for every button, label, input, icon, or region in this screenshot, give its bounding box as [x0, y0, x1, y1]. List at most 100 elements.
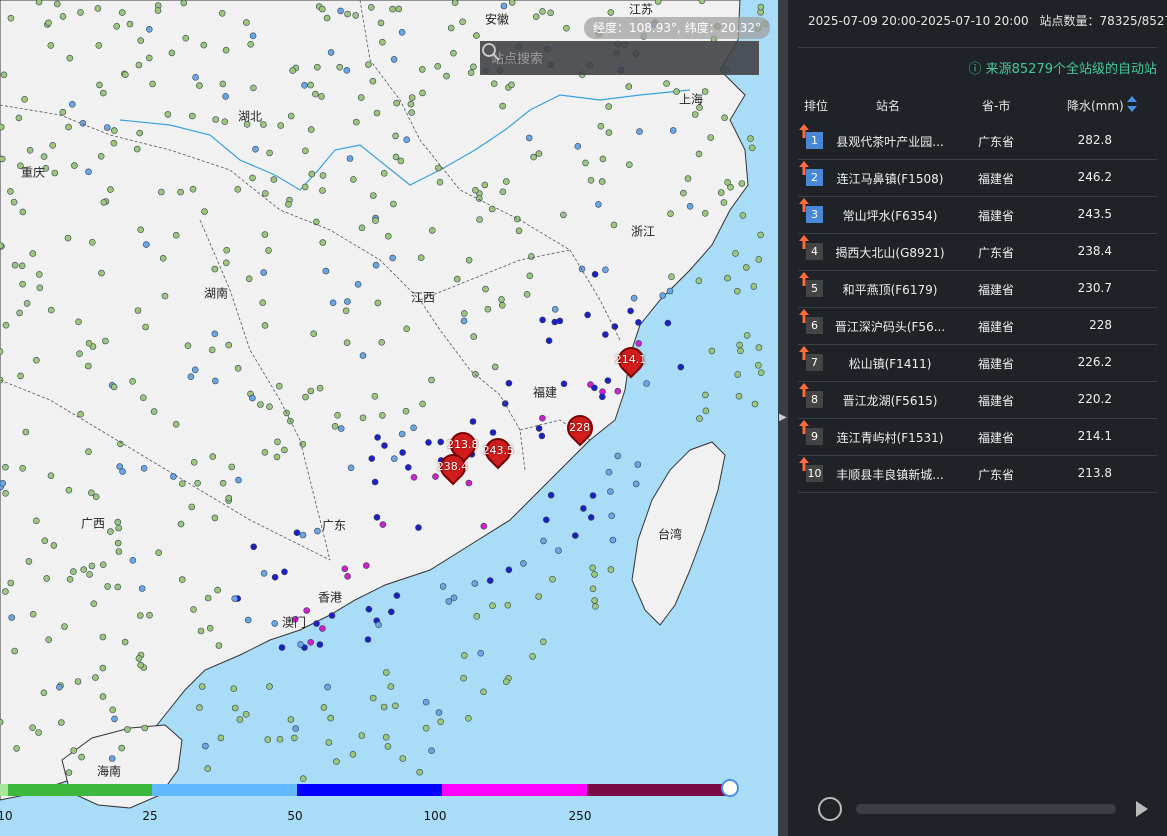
- station-dot[interactable]: [342, 307, 350, 315]
- table-row[interactable]: 4 揭西大北山(G8921) 广东省 238.4: [798, 234, 1157, 271]
- station-dot[interactable]: [245, 275, 253, 283]
- station-dot[interactable]: [735, 392, 743, 400]
- station-dot[interactable]: [320, 704, 328, 711]
- station-dot[interactable]: [484, 305, 492, 313]
- station-dot[interactable]: [417, 254, 425, 262]
- station-dot[interactable]: [0, 242, 4, 249]
- station-dot[interactable]: [598, 393, 606, 401]
- station-dot[interactable]: [696, 415, 703, 422]
- station-dot[interactable]: [529, 653, 536, 660]
- station-dot[interactable]: [481, 181, 489, 189]
- table-row[interactable]: 6 晋江深沪码头(F56... 福建省 228: [798, 308, 1157, 345]
- station-dot[interactable]: [358, 732, 366, 739]
- station-dot[interactable]: [482, 285, 489, 293]
- station-search[interactable]: [480, 41, 759, 76]
- station-dot[interactable]: [515, 227, 523, 235]
- station-dot[interactable]: [249, 32, 257, 40]
- station-dot[interactable]: [447, 24, 455, 32]
- station-dot[interactable]: [118, 744, 125, 752]
- station-dot[interactable]: [115, 548, 123, 555]
- station-dot[interactable]: [757, 3, 765, 11]
- station-dot[interactable]: [437, 438, 445, 446]
- station-dot[interactable]: [379, 412, 386, 419]
- station-dot[interactable]: [211, 330, 219, 338]
- station-dot[interactable]: [392, 132, 399, 140]
- station-dot[interactable]: [85, 448, 92, 456]
- station-dot[interactable]: [591, 384, 598, 392]
- station-dot[interactable]: [347, 464, 355, 472]
- station-dot[interactable]: [99, 664, 107, 672]
- station-dot[interactable]: [498, 296, 505, 303]
- station-dot[interactable]: [7, 579, 15, 587]
- station-dot[interactable]: [435, 164, 442, 172]
- station-dot[interactable]: [465, 714, 472, 722]
- station-dot[interactable]: [114, 539, 122, 547]
- station-dot[interactable]: [56, 683, 63, 691]
- station-dot[interactable]: [8, 614, 15, 621]
- station-dot[interactable]: [591, 270, 599, 278]
- station-dot[interactable]: [217, 734, 225, 742]
- station-dot[interactable]: [470, 333, 478, 340]
- station-dot[interactable]: [49, 142, 57, 149]
- station-dot[interactable]: [307, 387, 315, 395]
- table-row[interactable]: 3 常山坪水(F6354) 福建省 243.5: [798, 197, 1157, 234]
- station-dot[interactable]: [276, 735, 284, 743]
- station-dot[interactable]: [99, 561, 107, 569]
- station-dot[interactable]: [748, 144, 756, 152]
- station-dot[interactable]: [747, 135, 754, 142]
- station-dot[interactable]: [219, 80, 227, 88]
- station-dot[interactable]: [209, 453, 217, 460]
- station-dot[interactable]: [23, 300, 31, 307]
- play-icon[interactable]: [1136, 801, 1148, 817]
- station-dot[interactable]: [580, 505, 587, 512]
- station-dot[interactable]: [76, 350, 83, 358]
- station-dot[interactable]: [535, 593, 543, 600]
- station-dot[interactable]: [85, 168, 92, 176]
- station-dot[interactable]: [266, 149, 273, 157]
- station-dot[interactable]: [375, 621, 382, 629]
- station-dot[interactable]: [223, 259, 230, 267]
- station-dot[interactable]: [372, 217, 379, 224]
- station-dot[interactable]: [654, 0, 662, 5]
- station-dot[interactable]: [0, 480, 7, 487]
- station-dot[interactable]: [271, 620, 279, 627]
- station-dot[interactable]: [738, 180, 746, 187]
- station-dot[interactable]: [695, 150, 703, 158]
- station-dot[interactable]: [398, 28, 406, 36]
- station-dot[interactable]: [122, 71, 129, 78]
- station-dot[interactable]: [439, 583, 447, 590]
- station-dot[interactable]: [382, 733, 390, 741]
- station-dot[interactable]: [539, 8, 546, 15]
- station-dot[interactable]: [302, 393, 309, 401]
- station-dot[interactable]: [273, 453, 281, 461]
- station-dot[interactable]: [538, 432, 546, 440]
- station-dot[interactable]: [211, 265, 219, 273]
- station-dot[interactable]: [33, 356, 40, 364]
- station-dot[interactable]: [587, 177, 595, 184]
- station-dot[interactable]: [480, 688, 487, 696]
- station-dot[interactable]: [523, 290, 531, 298]
- station-dot[interactable]: [608, 512, 616, 520]
- station-dot[interactable]: [289, 67, 297, 74]
- map-canvas[interactable]: [0, 0, 778, 836]
- station-dot[interactable]: [410, 473, 418, 481]
- station-dot[interactable]: [108, 755, 116, 762]
- station-dot[interactable]: [498, 301, 506, 309]
- station-dot[interactable]: [137, 37, 144, 44]
- station-dot[interactable]: [724, 274, 731, 282]
- station-dot[interactable]: [605, 103, 613, 110]
- station-dot[interactable]: [206, 624, 214, 632]
- station-dot[interactable]: [179, 576, 186, 583]
- station-dot[interactable]: [100, 89, 107, 97]
- station-dot[interactable]: [329, 299, 337, 307]
- station-dot[interactable]: [155, 549, 162, 557]
- station-dot[interactable]: [560, 211, 567, 219]
- station-dot[interactable]: [192, 74, 199, 81]
- station-dot[interactable]: [574, 143, 582, 150]
- station-dot[interactable]: [364, 636, 372, 643]
- station-dot[interactable]: [70, 568, 77, 575]
- station-dot[interactable]: [500, 2, 508, 10]
- station-dot[interactable]: [373, 109, 381, 117]
- station-dot[interactable]: [177, 520, 185, 528]
- station-dot[interactable]: [201, 208, 208, 215]
